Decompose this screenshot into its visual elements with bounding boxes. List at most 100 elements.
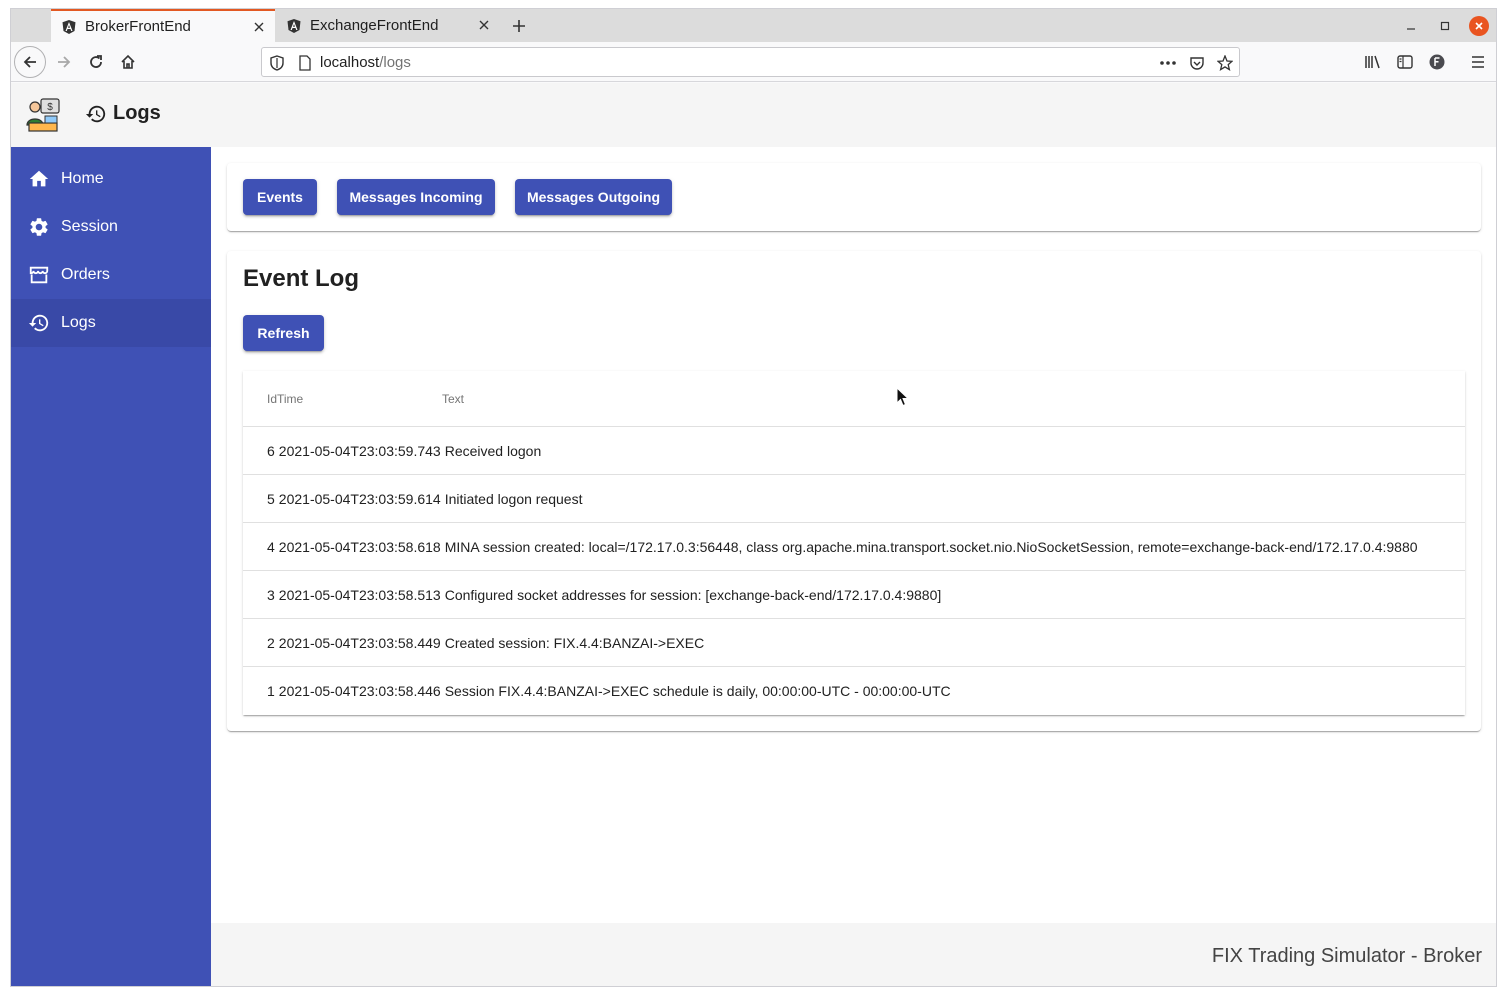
column-header-text[interactable]: Text — [442, 392, 464, 406]
home-outline-icon — [121, 54, 135, 69]
column-header-idtime[interactable]: IdTime — [267, 392, 303, 406]
library-icon — [1365, 55, 1380, 69]
forward-button[interactable] — [50, 48, 78, 76]
event-log-table: IdTime Text 6 2021-05-04T23:03:59.743 Rece… — [243, 371, 1465, 715]
cell-time: 2021-05-04T23:03:59.743 — [278, 442, 441, 459]
page-icon[interactable] — [296, 54, 314, 72]
mouse-cursor-icon — [896, 386, 910, 412]
history-icon — [85, 103, 107, 125]
pocket-icon[interactable] — [1188, 54, 1206, 72]
account-icon — [1429, 54, 1445, 70]
event-log-title: Event Log — [243, 265, 360, 292]
sidebar-item-session[interactable]: Session — [11, 203, 211, 251]
browser-window: BrokerFrontEnd ExchangeFrontEnd localhos… — [10, 8, 1497, 987]
reload-button[interactable] — [82, 48, 110, 76]
cell-text: Session FIX.4.4:BANZAI->EXEC schedule is… — [444, 683, 951, 699]
tab-strip: BrokerFrontEnd ExchangeFrontEnd — [11, 9, 1496, 42]
table-row[interactable]: 4 2021-05-04T23:03:58.618 MINA session cre… — [243, 523, 1465, 571]
url-bar[interactable]: localhost/logs — [261, 47, 1240, 77]
arrow-right-icon — [58, 56, 71, 68]
cell-time: 2021-05-04T23:03:58.618 — [278, 538, 441, 555]
new-tab-button[interactable] — [507, 14, 531, 38]
sidebar-item-label: Session — [61, 218, 118, 235]
cell-id: 1 — [267, 683, 275, 699]
table-row[interactable]: 5 2021-05-04T23:03:59.614 Initiated logon … — [243, 475, 1465, 523]
svg-text:$: $ — [47, 102, 53, 113]
table-row[interactable]: 3 2021-05-04T23:03:58.513 Configured socke… — [243, 571, 1465, 619]
broker-logo-icon: $ — [25, 97, 61, 133]
menu-button[interactable] — [1464, 48, 1492, 76]
cell-id: 6 — [267, 442, 275, 459]
events-button[interactable]: Events — [243, 179, 317, 215]
main-content: Events Messages Incoming Messages Outgoi… — [211, 147, 1496, 923]
log-type-card: Events Messages Incoming Messages Outgoi… — [227, 163, 1481, 231]
maximize-icon — [1440, 21, 1450, 31]
tab-title: ExchangeFrontEnd — [310, 17, 439, 34]
angular-icon — [61, 19, 77, 35]
minimize-button[interactable] — [1401, 16, 1421, 36]
messages-incoming-button[interactable]: Messages Incoming — [337, 179, 495, 215]
close-tab-icon[interactable] — [476, 17, 492, 33]
event-log-card: Event Log Refresh IdTime Text 6 2021-05-0… — [227, 251, 1481, 731]
cell-id: 4 — [267, 538, 275, 555]
footer-text: FIX Trading Simulator - Broker — [1211, 945, 1482, 967]
sidebar-item-label: Home — [61, 170, 104, 187]
plus-icon — [513, 20, 525, 32]
url-text[interactable]: localhost/logs — [320, 54, 411, 71]
cell-text: Received logon — [444, 442, 542, 459]
table-header: IdTime Text — [243, 371, 1465, 427]
cell-id: 2 — [267, 634, 275, 651]
back-button[interactable] — [14, 46, 46, 78]
sidebar-icon — [1397, 55, 1413, 69]
page-title: Logs — [85, 102, 161, 125]
navigation-toolbar: localhost/logs — [11, 42, 1496, 82]
close-icon — [1475, 22, 1483, 30]
sidebar-toggle-button[interactable] — [1391, 48, 1419, 76]
more-actions-icon[interactable] — [1159, 54, 1177, 72]
sidebar-item-label: Orders — [61, 266, 110, 283]
library-button[interactable] — [1359, 48, 1387, 76]
shield-icon[interactable] — [268, 54, 286, 72]
table-row[interactable]: 6 2021-05-04T23:03:59.743 Received logon — [243, 427, 1465, 475]
gear-icon — [27, 215, 51, 239]
maximize-button[interactable] — [1435, 16, 1455, 36]
table-row[interactable]: 2 2021-05-04T23:03:58.449 Created session:… — [243, 619, 1465, 667]
history-icon — [27, 311, 51, 335]
minimize-icon — [1407, 28, 1415, 30]
sidebar-item-orders[interactable]: Orders — [11, 251, 211, 299]
cell-text: Created session: FIX.4.4:BANZAI->EXEC — [444, 634, 705, 651]
cell-text: Initiated logon request — [444, 490, 583, 507]
cell-time: 2021-05-04T23:03:58.449 — [278, 634, 441, 651]
browser-tab-exchange[interactable]: ExchangeFrontEnd — [276, 9, 500, 42]
sidebar-item-home[interactable]: Home — [11, 155, 211, 203]
store-icon — [27, 263, 51, 287]
cell-text: Configured socket addresses for session:… — [444, 586, 942, 603]
cell-id: 5 — [267, 490, 275, 507]
cell-time: 2021-05-04T23:03:58.513 — [278, 586, 441, 603]
sidebar-item-logs[interactable]: Logs — [11, 299, 211, 347]
account-button[interactable] — [1423, 48, 1451, 76]
home-button[interactable] — [114, 48, 142, 76]
app-footer: FIX Trading Simulator - Broker — [211, 923, 1496, 986]
refresh-button[interactable]: Refresh — [243, 315, 324, 351]
page-title-text: Logs — [113, 102, 161, 124]
messages-outgoing-button[interactable]: Messages Outgoing — [515, 179, 672, 215]
sidebar: Home Session Orders Logs — [11, 147, 211, 986]
home-icon — [27, 167, 51, 191]
table-row[interactable]: 1 2021-05-04T23:03:58.446 Session FIX.4.4:… — [243, 667, 1465, 715]
cell-time: 2021-05-04T23:03:58.446 — [278, 683, 441, 699]
hamburger-icon — [1472, 56, 1484, 68]
angular-icon — [286, 18, 302, 34]
sidebar-item-label: Logs — [61, 314, 96, 331]
cell-id: 3 — [267, 586, 275, 603]
window-close-button[interactable] — [1469, 16, 1489, 36]
tab-title: BrokerFrontEnd — [85, 18, 191, 35]
star-icon[interactable] — [1216, 54, 1234, 72]
browser-tab-broker[interactable]: BrokerFrontEnd — [51, 9, 275, 42]
cell-text: MINA session created: local=/172.17.0.3:… — [444, 538, 1418, 555]
reload-icon — [90, 55, 102, 68]
close-tab-icon[interactable] — [251, 19, 267, 35]
app-header: $ Logs — [11, 83, 1496, 147]
arrow-left-icon — [23, 56, 36, 68]
cell-time: 2021-05-04T23:03:59.614 — [278, 490, 441, 507]
